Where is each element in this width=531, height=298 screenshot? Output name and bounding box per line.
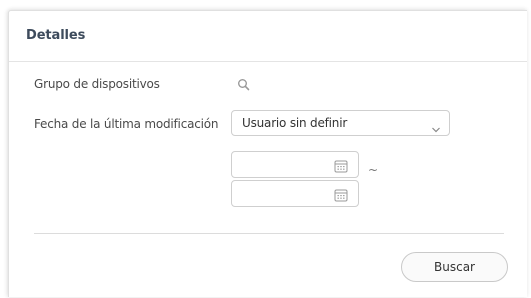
user-select[interactable]: Usuario sin definir	[231, 110, 450, 136]
user-select-value: Usuario sin definir	[242, 116, 348, 130]
search-button[interactable]: Buscar	[401, 252, 508, 282]
date-range-separator: ~	[368, 163, 379, 177]
calendar-icon[interactable]	[334, 158, 348, 173]
panel-header: Detalles	[9, 11, 527, 62]
search-icon[interactable]	[237, 77, 251, 91]
details-panel: Detalles Grupo de dispositivos Fecha de …	[8, 10, 527, 297]
chevron-down-icon	[431, 119, 441, 133]
date-from-input[interactable]	[231, 151, 359, 178]
form-divider	[34, 233, 504, 234]
panel-title: Detalles	[26, 28, 86, 43]
last-modified-label: Fecha de la última modificación	[34, 117, 219, 131]
calendar-icon[interactable]	[334, 187, 348, 202]
date-to-input[interactable]	[231, 180, 359, 207]
device-group-label: Grupo de dispositivos	[34, 77, 160, 91]
